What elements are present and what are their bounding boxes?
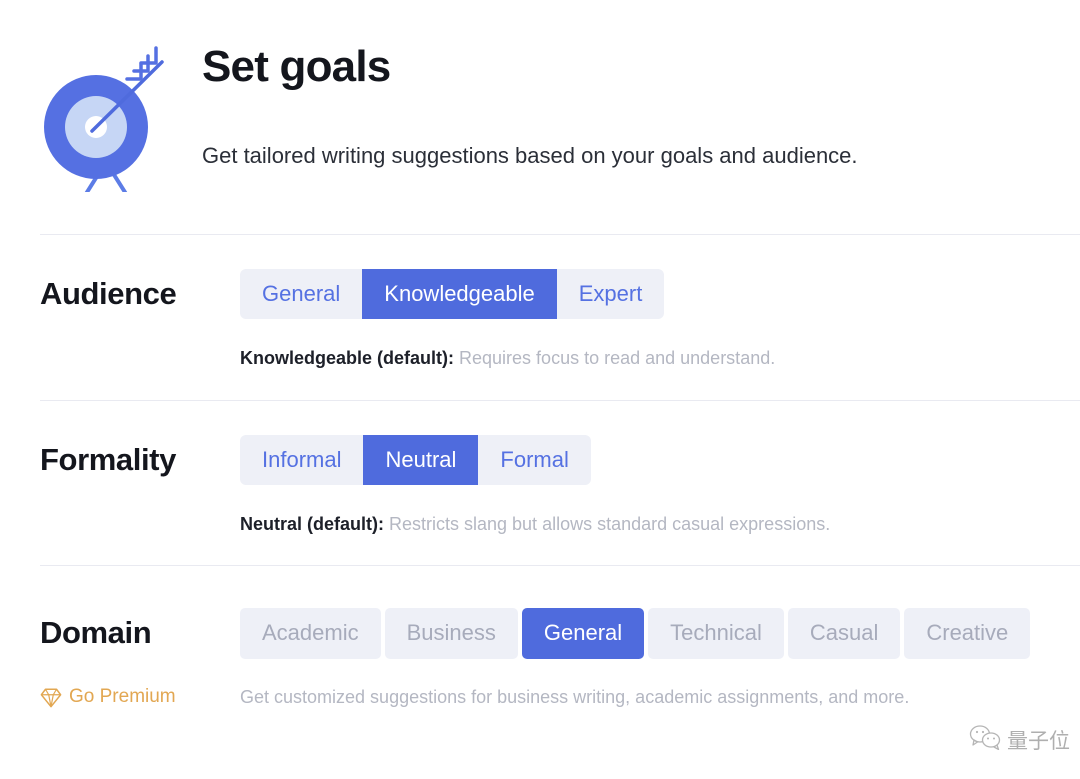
set-goals-panel: Set goals Get tailored writing suggestio…	[0, 0, 1080, 779]
domain-description: Get customized suggestions for business …	[240, 686, 910, 707]
domain-description-row: Go Premium Get customized suggestions fo…	[40, 659, 1080, 710]
domain-option-academic[interactable]: Academic	[240, 608, 381, 659]
audience-segmented-control[interactable]: General Knowledgeable Expert	[240, 269, 665, 320]
watermark-text: 量子位	[1007, 728, 1070, 753]
formality-description-lead: Neutral (default):	[240, 513, 384, 534]
wechat-icon	[969, 724, 1003, 755]
audience-row: Audience General Knowledgeable Expert	[40, 235, 1080, 320]
page-title: Set goals	[202, 42, 391, 91]
header-text-block: Set goals Get tailored writing suggestio…	[172, 36, 858, 171]
domain-option-technical[interactable]: Technical	[648, 608, 784, 659]
panel-header: Set goals Get tailored writing suggestio…	[0, 0, 1080, 199]
go-premium-label: Go Premium	[69, 686, 176, 708]
audience-label: Audience	[40, 276, 177, 312]
domain-option-business[interactable]: Business	[384, 608, 518, 659]
domain-segmented-control[interactable]: Academic Business General Technical Casu…	[240, 608, 1031, 659]
domain-row: Domain Academic Business General Technic…	[40, 566, 1080, 659]
target-arrow-icon	[40, 42, 172, 199]
formality-option-informal[interactable]: Informal	[240, 435, 363, 485]
formality-description: Neutral (default): Restricts slang but a…	[240, 485, 1080, 565]
setting-domain: Domain Academic Business General Technic…	[0, 566, 1080, 710]
diamond-icon	[40, 687, 62, 708]
audience-option-expert[interactable]: Expert	[557, 269, 665, 319]
page-subtitle: Get tailored writing suggestions based o…	[202, 143, 858, 169]
audience-description-text: Requires focus to read and understand.	[454, 348, 776, 369]
setting-audience: Audience General Knowledgeable Expert Kn…	[0, 235, 1080, 400]
formality-segmented-control[interactable]: Informal Neutral Formal	[240, 434, 591, 485]
setting-formality: Formality Informal Neutral Formal Neutra…	[0, 401, 1080, 566]
formality-label: Formality	[40, 441, 176, 477]
audience-description-lead: Knowledgeable (default):	[240, 348, 455, 369]
domain-option-general[interactable]: General	[521, 608, 645, 659]
watermark: 量子位	[969, 724, 1070, 755]
domain-option-casual[interactable]: Casual	[787, 608, 901, 659]
formality-option-formal[interactable]: Formal	[478, 435, 590, 485]
domain-option-creative[interactable]: Creative	[904, 608, 1031, 659]
formality-option-neutral[interactable]: Neutral	[363, 434, 479, 485]
domain-label: Domain	[40, 615, 152, 651]
audience-description: Knowledgeable (default): Requires focus …	[240, 319, 1080, 399]
formality-description-text: Restricts slang but allows standard casu…	[384, 513, 831, 534]
audience-option-general[interactable]: General	[240, 269, 362, 319]
formality-row: Formality Informal Neutral Formal	[40, 401, 1080, 485]
go-premium-button[interactable]: Go Premium	[40, 686, 240, 708]
audience-option-knowledgeable[interactable]: Knowledgeable	[362, 269, 557, 320]
